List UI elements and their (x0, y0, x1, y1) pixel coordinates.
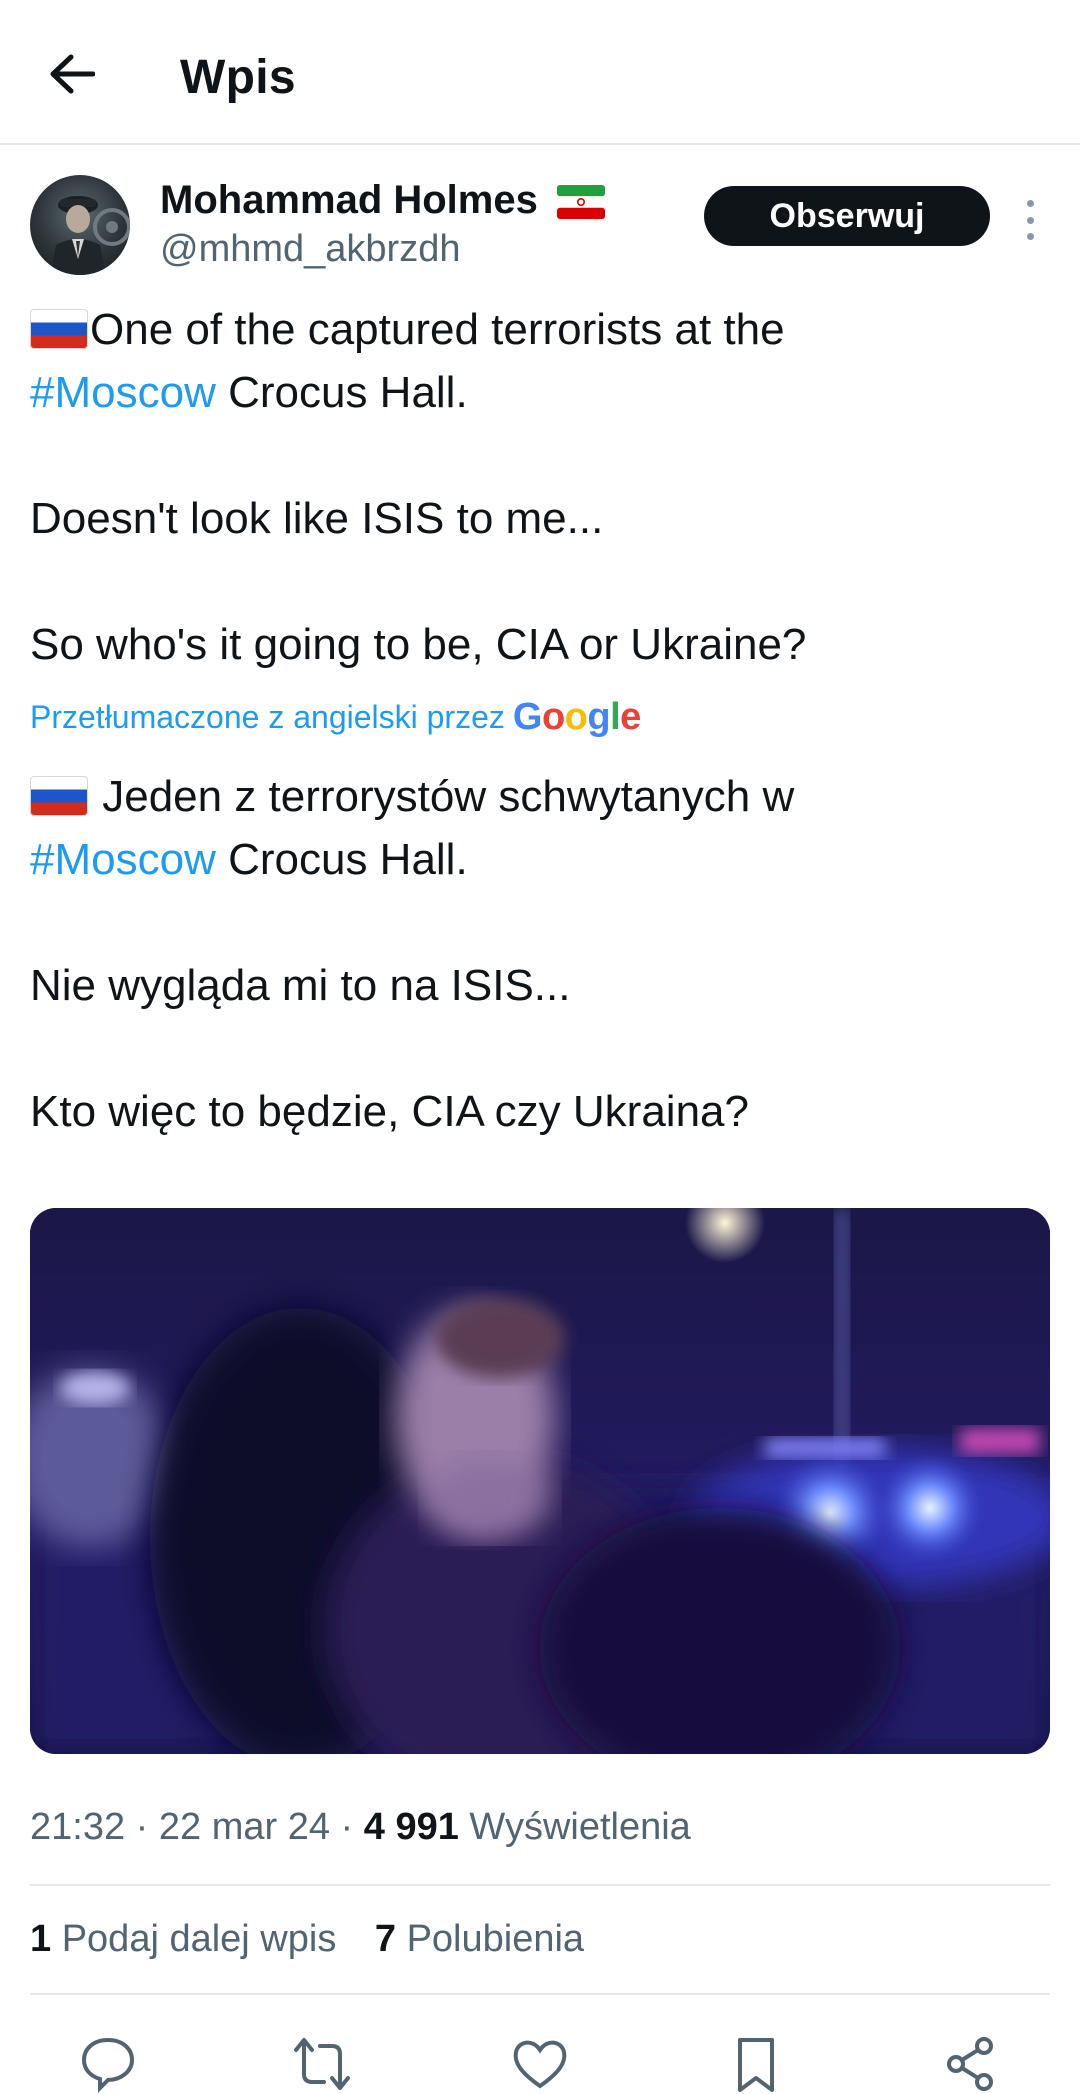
tweet-media[interactable] (30, 1208, 1050, 1754)
translated-line-4: Kto więc to będzie, CIA czy Ukraina? (30, 1087, 749, 1136)
hashtag-moscow[interactable]: #Moscow (30, 835, 216, 884)
bookmark-icon[interactable] (726, 2034, 786, 2094)
translated-text: Jeden z terrorystów schwytanych w #Mosco… (30, 765, 1050, 1143)
views-label: Wyświetlenia (469, 1806, 691, 1848)
back-button[interactable] (40, 42, 104, 106)
media-image (30, 1208, 1050, 1754)
views-count: 4 991 (363, 1806, 459, 1848)
tweet-time: 21:32 (30, 1806, 126, 1848)
avatar-image (50, 196, 130, 275)
reply-icon[interactable] (78, 2034, 138, 2094)
hashtag-moscow[interactable]: #Moscow (30, 368, 216, 417)
translated-line-2: #Moscow Crocus Hall. (30, 835, 468, 884)
author-handle[interactable]: @mhmd_akbrzdh (160, 228, 460, 271)
repost-icon[interactable] (292, 2034, 352, 2094)
tweet-line-2: #Moscow Crocus Hall. (30, 368, 468, 417)
more-options-icon[interactable] (1012, 192, 1048, 248)
reposts-count: 1 (30, 1918, 52, 1960)
russia-flag-icon (30, 776, 88, 816)
top-bar: Wpis (0, 0, 1080, 145)
like-icon[interactable] (510, 2034, 570, 2094)
tweet-line-3: Doesn't look like ISIS to me... (30, 494, 604, 543)
iran-flag-icon (556, 185, 605, 220)
tweet-text: One of the captured terrorists at the #M… (30, 298, 1050, 676)
translated-line-1: Jeden z terrorystów schwytanych w (30, 765, 1050, 828)
divider (30, 1993, 1050, 1995)
action-bar (0, 2020, 1080, 2093)
avatar[interactable] (30, 175, 130, 275)
author-name-text: Mohammad Holmes (160, 178, 538, 222)
page-title: Wpis (180, 51, 296, 104)
divider (30, 1884, 1050, 1886)
tweet-meta: 21:32 · 22 mar 24 · 4 991 Wyświetlenia (30, 1806, 691, 1848)
tweet-stats: 1 Podaj dalej wpis 7 Polubienia (30, 1918, 612, 1961)
google-logo: Google (512, 696, 641, 738)
author-name[interactable]: Mohammad Holmes (160, 178, 605, 223)
reposts-stat[interactable]: 1 Podaj dalej wpis (30, 1918, 336, 1960)
reposts-label: Podaj dalej wpis (61, 1918, 337, 1960)
translated-line-3: Nie wygląda mi to na ISIS... (30, 961, 571, 1010)
tweet-line-1: One of the captured terrorists at the (30, 298, 1050, 361)
share-icon[interactable] (940, 2034, 1000, 2094)
likes-stat[interactable]: 7 Polubienia (375, 1918, 584, 1960)
translated-label: Przetłumaczone z angielski przez (30, 699, 505, 735)
arrow-left-icon (50, 54, 95, 94)
likes-count: 7 (374, 1918, 397, 1960)
tweet-line-4: So who's it going to be, CIA or Ukraine? (30, 620, 807, 669)
likes-label: Polubienia (406, 1918, 585, 1960)
russia-flag-icon (30, 309, 88, 349)
follow-button[interactable]: Obserwuj (704, 186, 990, 246)
tweet-date: 22 mar 24 (158, 1806, 330, 1848)
translated-by-google[interactable]: Przetłumaczone z angielski przez Google (30, 696, 641, 739)
